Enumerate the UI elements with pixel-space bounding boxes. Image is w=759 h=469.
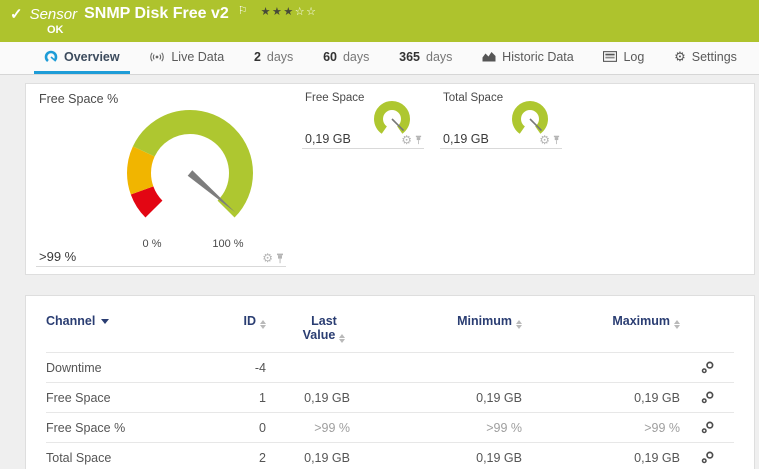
table-row-downtime: Downtime -4 — [46, 352, 734, 382]
table-row-free-space: Free Space 1 0,19 GB 0,19 GB 0,19 GB — [46, 382, 734, 412]
cell-id: -4 — [254, 360, 266, 375]
sort-caret-icon — [101, 319, 110, 324]
priority-stars[interactable]: ★★★☆☆ — [261, 6, 318, 19]
table-row-free-space-percent: Free Space % 0 >99 % >99 % >99 % — [46, 412, 734, 442]
tab-unit: days — [266, 49, 294, 64]
tab-number: 2 — [253, 49, 261, 64]
cell-last-value: 0,19 GB — [304, 390, 350, 405]
cell-channel: Downtime — [46, 360, 102, 375]
header-last-value[interactable]: Last Value — [266, 314, 350, 343]
cell-last-value: 0,19 GB — [304, 450, 350, 465]
channel-settings-icon[interactable] — [701, 421, 714, 434]
tab-log[interactable]: Log — [593, 42, 654, 74]
cell-minimum: >99 % — [486, 420, 522, 435]
channel-settings-icon[interactable] — [701, 361, 714, 374]
tab-label: Live Data — [171, 49, 225, 64]
cell-maximum: >99 % — [644, 420, 680, 435]
tab-settings[interactable]: ⚙ Settings — [664, 42, 747, 74]
sensor-header: ✓ Sensor SNMP Disk Free v2 ⚐ ★★★☆☆ OK — [0, 0, 759, 42]
gear-icon: ⚙ — [674, 49, 686, 64]
table-header-row: Channel ID Last Value Minimum Maximum — [46, 306, 734, 352]
object-kind-label: Sensor — [29, 5, 78, 23]
cell-channel: Free Space % — [46, 420, 126, 435]
cell-id: 2 — [259, 450, 266, 465]
tab-unit: days — [426, 49, 453, 64]
cell-maximum: 0,19 GB — [634, 390, 680, 405]
sort-icon — [339, 334, 346, 343]
header-maximum[interactable]: Maximum — [522, 314, 680, 329]
sort-icon — [674, 320, 680, 329]
tab-unit: days — [342, 49, 370, 64]
pin-icon[interactable] — [415, 135, 422, 145]
cell-channel: Free Space — [46, 390, 111, 405]
tab-overview[interactable]: Overview — [34, 42, 130, 74]
tab-2-days[interactable]: 2 days — [244, 42, 303, 74]
tab-label: Log — [623, 49, 645, 64]
free-space-percent-gauge: 0 % 100 % — [127, 110, 253, 250]
pin-icon[interactable] — [276, 253, 284, 264]
gear-icon[interactable]: ⚙ — [539, 134, 550, 146]
status-badge: OK — [47, 24, 64, 36]
gauge-total-space: Total Space 0,19 GB ⚙ — [440, 89, 562, 149]
gauge-free-space: Free Space 0,19 GB ⚙ — [302, 89, 424, 149]
tab-label: Overview — [64, 49, 120, 64]
cell-last-value: >99 % — [314, 420, 350, 435]
tab-60-days[interactable]: 60 days — [313, 42, 379, 74]
channels-table: Channel ID Last Value Minimum Maximum Do… — [25, 295, 755, 469]
sensor-page: ✓ Sensor SNMP Disk Free v2 ⚐ ★★★☆☆ OK Ov… — [0, 0, 759, 469]
sensor-title: SNMP Disk Free v2 — [84, 5, 229, 22]
overview-content: Free Space % 0 % 100 % >99 % ⚙ Free Spac… — [0, 75, 759, 469]
log-icon — [603, 51, 618, 62]
gauge-icon — [44, 50, 58, 63]
tab-number: 60 — [323, 49, 337, 64]
table-row-total-space: Total Space 2 0,19 GB 0,19 GB 0,19 GB — [46, 442, 734, 469]
tab-live-data[interactable]: Live Data — [139, 42, 234, 74]
header-id[interactable]: ID — [214, 314, 266, 329]
gauges-panel: Free Space % 0 % 100 % >99 % ⚙ Free Spac… — [25, 83, 755, 275]
gauge-value: 0,19 GB — [443, 132, 489, 146]
tab-bar: Overview Live Data 2 days 60 days 365 da… — [0, 42, 759, 75]
area-chart-icon — [482, 52, 496, 62]
cell-id: 0 — [259, 420, 266, 435]
pin-icon[interactable] — [553, 135, 560, 145]
gauge-value: >99 % — [39, 249, 77, 264]
channel-settings-icon[interactable] — [701, 391, 714, 404]
gauge-value: 0,19 GB — [305, 132, 351, 146]
header-channel[interactable]: Channel — [46, 314, 214, 328]
tab-label: Settings — [691, 49, 737, 64]
channel-settings-icon[interactable] — [701, 451, 714, 464]
flag-icon[interactable]: ⚐ — [238, 6, 248, 17]
cell-maximum: 0,19 GB — [634, 450, 680, 465]
gauge-free-space-percent: Free Space % 0 % 100 % >99 % ⚙ — [36, 89, 286, 267]
gear-icon[interactable]: ⚙ — [262, 252, 273, 264]
tab-number: 365 — [399, 49, 420, 64]
status-check-icon: ✓ — [10, 5, 23, 23]
header-minimum[interactable]: Minimum — [350, 314, 522, 329]
star-filled-icons: ★★★ — [260, 6, 295, 18]
cell-id: 1 — [259, 390, 266, 405]
cell-channel: Total Space — [46, 450, 112, 465]
cell-minimum: 0,19 GB — [476, 450, 522, 465]
tab-label: Historic Data — [502, 49, 574, 64]
star-empty-icons: ☆☆ — [294, 6, 318, 18]
tab-365-days[interactable]: 365 days — [389, 42, 462, 74]
cell-minimum: 0,19 GB — [476, 390, 522, 405]
tab-historic-data[interactable]: Historic Data — [472, 42, 584, 74]
live-signal-icon — [150, 51, 165, 62]
gear-icon[interactable]: ⚙ — [401, 134, 412, 146]
